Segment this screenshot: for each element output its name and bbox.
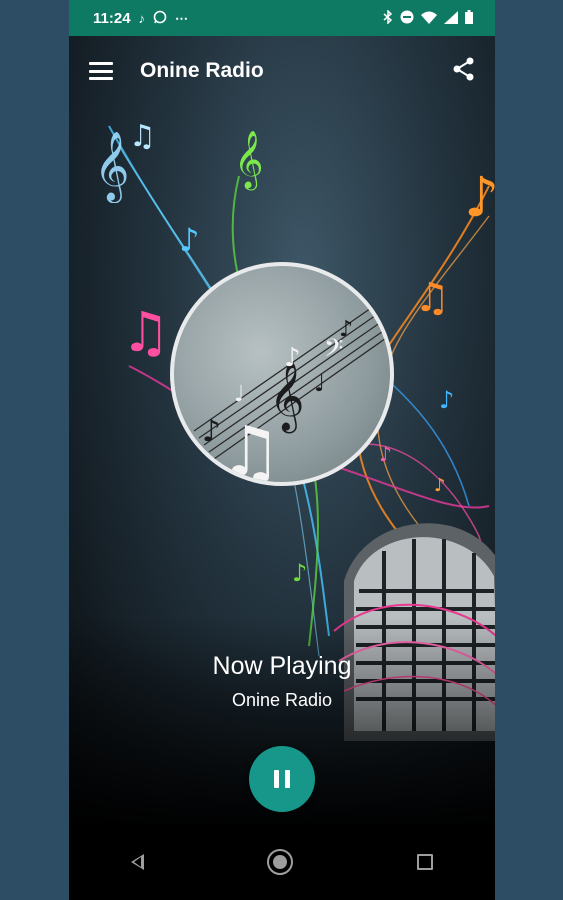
svg-text:♪: ♪ <box>464 165 495 229</box>
more-dots-icon: ⋯ <box>175 10 189 26</box>
svg-text:𝄞: 𝄞 <box>234 130 264 191</box>
svg-text:♩: ♩ <box>314 369 325 397</box>
svg-text:♪: ♪ <box>292 559 307 587</box>
now-playing-heading: Now Playing <box>212 652 352 680</box>
share-icon[interactable] <box>453 57 475 86</box>
whatsapp-icon <box>153 10 167 26</box>
hamburger-menu-icon[interactable] <box>89 62 113 80</box>
svg-text:♪: ♪ <box>179 221 199 259</box>
station-name: Onine Radio <box>231 690 333 710</box>
wifi-icon <box>421 11 437 26</box>
svg-text:♪: ♪ <box>434 475 446 496</box>
app-toolbar: Onine Radio <box>69 36 495 106</box>
svg-text:♫: ♫ <box>414 275 450 321</box>
home-icon[interactable] <box>267 849 294 875</box>
battery-icon <box>465 10 473 26</box>
pause-button[interactable] <box>249 746 315 812</box>
music-note-icon: ♪ <box>138 10 146 26</box>
svg-text:♪: ♪ <box>284 343 301 373</box>
signal-icon <box>444 10 458 26</box>
svg-text:♩: ♩ <box>234 382 244 407</box>
pause-icon <box>274 770 279 788</box>
back-icon[interactable] <box>130 854 144 870</box>
bluetooth-icon <box>383 9 393 26</box>
status-bar: 11:24 ♪ ⋯ <box>69 0 495 36</box>
clock: 11:24 <box>93 9 131 27</box>
svg-text:♪: ♪ <box>439 386 454 414</box>
svg-text:♫: ♫ <box>129 119 156 154</box>
album-art: ♪ ♫ 𝄞 𝄢 ♪ ♩ ♪ ♩ <box>170 262 394 486</box>
app-title: Onine Radio <box>140 59 264 82</box>
do-not-disturb-icon <box>400 10 414 26</box>
svg-text:𝄞: 𝄞 <box>94 131 129 203</box>
system-nav-bar <box>69 824 495 900</box>
recents-icon[interactable] <box>417 854 434 870</box>
svg-text:♫: ♫ <box>121 300 170 364</box>
phone-screen: 11:24 ♪ ⋯ 𝄞 𝄞 ♫ ♪ ♫ ♫ ♪ ♪ ♪ ♪ ♪ Onine Ra… <box>69 0 495 900</box>
svg-text:♪: ♪ <box>339 317 353 342</box>
